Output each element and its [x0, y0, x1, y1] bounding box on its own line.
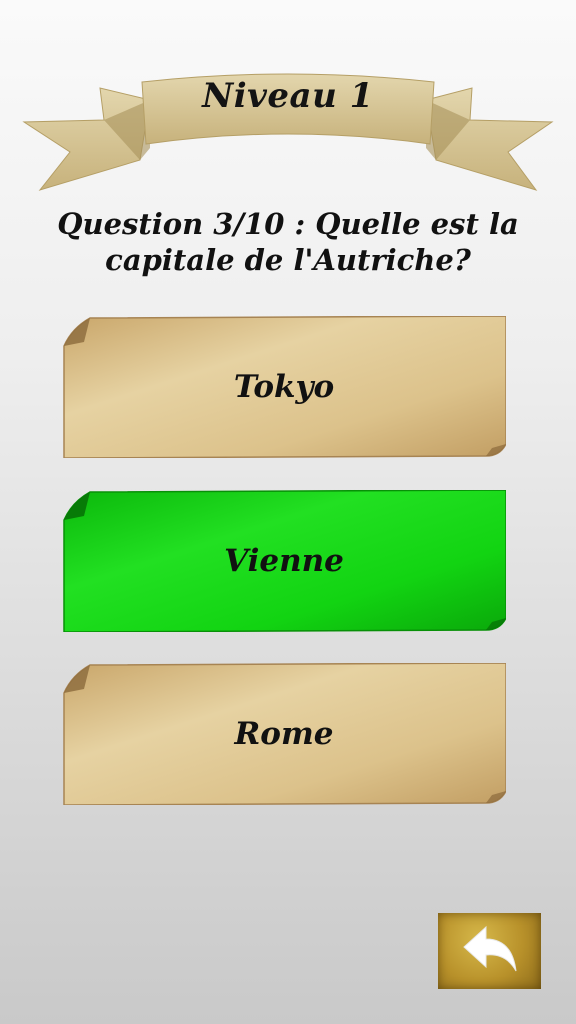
- answer-label: Tokyo: [233, 369, 335, 405]
- answer-button-3[interactable]: Rome: [62, 663, 506, 805]
- back-button[interactable]: [438, 913, 541, 989]
- answer-button-2[interactable]: Vienne: [62, 490, 506, 632]
- answer-button-1[interactable]: Tokyo: [62, 316, 506, 458]
- back-arrow-icon: [463, 925, 517, 972]
- answer-label: Vienne: [224, 543, 344, 579]
- level-banner: Niveau 1: [0, 60, 576, 210]
- question-text: Question 3/10 : Quelle est la capitale d…: [57, 207, 519, 277]
- answer-label: Rome: [234, 716, 334, 752]
- level-title: Niveau 1: [202, 76, 374, 116]
